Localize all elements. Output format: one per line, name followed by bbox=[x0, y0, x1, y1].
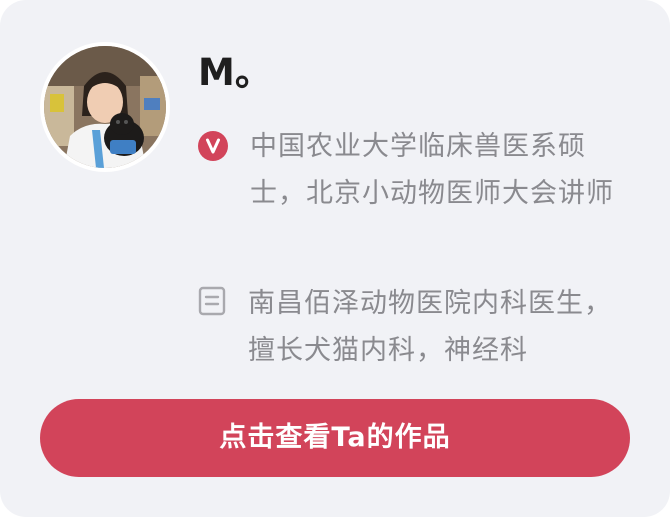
avatar-photo bbox=[44, 46, 166, 168]
view-works-button[interactable]: 点击查看Ta的作品 bbox=[40, 399, 630, 477]
avatar[interactable] bbox=[40, 42, 170, 172]
verified-v-icon bbox=[198, 131, 228, 161]
profile-name: M。 bbox=[198, 51, 272, 94]
document-lines-icon bbox=[198, 286, 226, 316]
certification-text: 中国农业大学临床兽医系硕士，北京小动物医师大会讲师 bbox=[250, 131, 614, 209]
description-text: 南昌佰泽动物医院内科医生，擅长犬猫内科，神经科 bbox=[248, 288, 612, 366]
profile-card: M。 中国农业大学临床兽医系硕士，北京小动物医师大会讲师 南昌佰泽动物医院内科医… bbox=[0, 0, 670, 517]
